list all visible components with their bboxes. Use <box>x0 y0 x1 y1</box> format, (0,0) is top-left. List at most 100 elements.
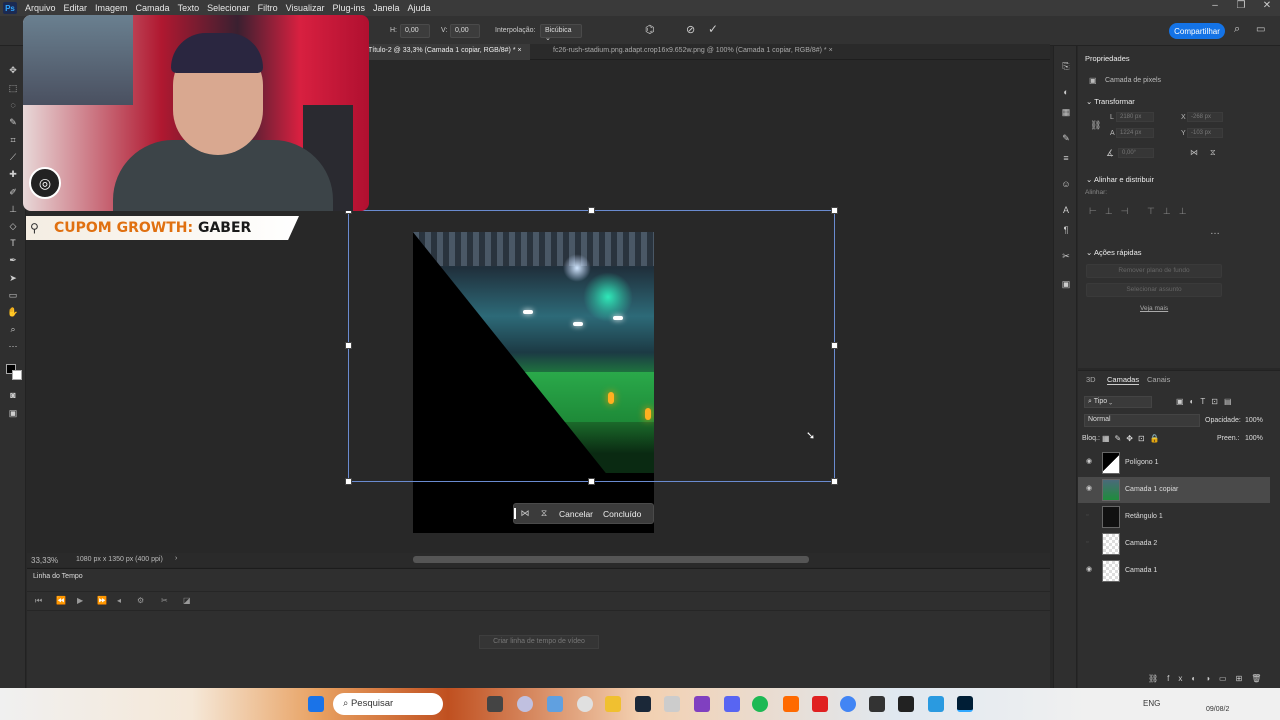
discord-icon[interactable] <box>724 696 740 712</box>
libraries-icon[interactable]: ▣ <box>1060 278 1072 290</box>
brush-tool-icon[interactable]: ✐ <box>6 186 20 198</box>
file-explorer-icon[interactable] <box>605 696 621 712</box>
layer-filter-select[interactable]: ⌕ Tipo ⌄ <box>1084 396 1152 408</box>
close-icon[interactable]: ✕ <box>1254 0 1280 16</box>
swatches-icon[interactable]: ▦ <box>1060 106 1072 118</box>
stamp-tool-icon[interactable]: ⊥ <box>6 203 20 215</box>
eraser-tool-icon[interactable]: ◇ <box>6 220 20 232</box>
windows-start-icon[interactable] <box>308 696 324 712</box>
split-icon[interactable]: ✂ <box>161 596 168 605</box>
angle-field[interactable]: 0,00° <box>1118 148 1154 158</box>
prev-frame-icon[interactable]: ⏪ <box>56 596 66 605</box>
transform-handle-bottom[interactable] <box>588 478 595 485</box>
tab-layers[interactable]: Camadas <box>1107 375 1140 385</box>
task-view-icon[interactable] <box>487 696 503 712</box>
transform-handle-left[interactable] <box>345 342 352 349</box>
menu-arquivo[interactable]: Arquivo <box>21 3 60 13</box>
share-button[interactable]: Compartilhar <box>1169 23 1225 39</box>
date-text[interactable]: 09/08/2 <box>1206 706 1229 713</box>
history-icon[interactable]: ⎘ <box>1060 60 1072 72</box>
transition-icon[interactable]: ◪ <box>183 596 191 605</box>
app-icon[interactable] <box>812 696 828 712</box>
quick-select-tool-icon[interactable]: ✎ <box>6 116 20 128</box>
blend-mode-select[interactable]: Normal <box>1084 414 1200 427</box>
flip-v-icon[interactable]: ⧖ <box>1210 148 1216 158</box>
settings-icon[interactable]: ⚙ <box>137 596 144 605</box>
screen-mode-icon[interactable]: ▣ <box>6 407 20 419</box>
transform-handle-bl[interactable] <box>345 478 352 485</box>
h-skew-field[interactable]: 0,00 <box>400 24 430 38</box>
restore-icon[interactable]: ❐ <box>1228 0 1254 16</box>
layer-row[interactable]: ◉ Camada 1 <box>1078 558 1270 584</box>
transform-handle-tr[interactable] <box>831 207 838 214</box>
path-select-tool-icon[interactable]: ➤ <box>6 272 20 284</box>
horizontal-scrollbar[interactable] <box>413 556 809 563</box>
visibility-eye-icon[interactable]: ◉ <box>1086 458 1094 465</box>
width-field[interactable]: 2180 px <box>1116 112 1154 122</box>
select-subject-button[interactable]: Selecionar assunto <box>1086 283 1222 297</box>
cancel-button[interactable]: Cancelar <box>554 509 598 519</box>
minimize-icon[interactable]: – <box>1202 0 1228 16</box>
go-first-frame-icon[interactable]: ⏮ <box>35 596 42 606</box>
opera-icon[interactable] <box>577 696 593 712</box>
zoom-tool-icon[interactable]: ⌕ <box>6 323 20 335</box>
visibility-eye-icon[interactable]: ◉ <box>1086 566 1094 573</box>
transform-handle-right[interactable] <box>831 342 838 349</box>
adjustments-icon[interactable]: ≡ <box>1060 152 1072 164</box>
move-tool-icon[interactable]: ✥ <box>6 64 20 76</box>
pen-tool-icon[interactable]: ✒ <box>6 254 20 266</box>
remove-background-button[interactable]: Remover plano de fundo <box>1086 264 1222 278</box>
transform-handle-br[interactable] <box>831 478 838 485</box>
copilot-icon[interactable] <box>547 696 563 712</box>
warp-icon[interactable]: ⌬ <box>645 23 655 36</box>
audio-icon[interactable]: ◂ <box>117 596 121 605</box>
more-options-icon[interactable]: … <box>1210 226 1220 237</box>
workspace-icon[interactable]: ▭ <box>1256 24 1265 35</box>
zoom-level[interactable]: 33,33% <box>31 556 58 565</box>
search-icon[interactable]: ⌕ <box>1234 23 1240 36</box>
app-icon[interactable] <box>517 696 533 712</box>
spotify-icon[interactable] <box>752 696 768 712</box>
app-icon[interactable] <box>898 696 914 712</box>
lasso-tool-icon[interactable]: ◌ <box>6 99 20 111</box>
status-arrow-icon[interactable]: › <box>175 555 177 562</box>
layers-panel-icon[interactable]: ☺ <box>1060 178 1072 190</box>
app-icon[interactable] <box>783 696 799 712</box>
menu-camada[interactable]: Camada <box>132 3 174 13</box>
done-button[interactable]: Concluído <box>598 509 646 519</box>
y-field[interactable]: -103 px <box>1187 128 1223 138</box>
height-field[interactable]: 1224 px <box>1116 128 1154 138</box>
fill-value[interactable]: 100% <box>1245 435 1263 442</box>
photoshop-taskbar-icon[interactable] <box>957 696 973 712</box>
transform-bounding-box[interactable] <box>345 207 838 485</box>
menu-texto[interactable]: Texto <box>174 3 204 13</box>
menu-janela[interactable]: Janela <box>369 3 404 13</box>
app-icon[interactable] <box>869 696 885 712</box>
cancel-transform-icon[interactable]: ⊘ <box>686 23 695 36</box>
more-tools-icon[interactable]: ⋯ <box>6 340 20 352</box>
marquee-tool-icon[interactable]: ⬚ <box>6 82 20 94</box>
v-skew-field[interactable]: 0,00 <box>450 24 480 38</box>
menu-selecionar[interactable]: Selecionar <box>203 3 254 13</box>
tab-channels[interactable]: Canais <box>1147 375 1170 384</box>
color-icon[interactable]: ◐ <box>1060 86 1072 98</box>
layer-row[interactable]: ◉ Polígono 1 <box>1078 450 1270 476</box>
lock-icons[interactable]: ▦✎✥⊡🔒 <box>1102 434 1165 443</box>
language-indicator[interactable]: ENG <box>1143 699 1160 708</box>
next-frame-icon[interactable]: ⏩ <box>97 596 107 605</box>
tools-preset-icon[interactable]: ✂ <box>1060 250 1072 262</box>
see-more-link[interactable]: Veja mais <box>1140 305 1168 312</box>
eyedropper-tool-icon[interactable]: ⟋ <box>6 151 20 163</box>
create-video-timeline-button[interactable]: Criar linha de tempo de vídeo <box>479 635 599 649</box>
character-icon[interactable]: A <box>1060 204 1072 216</box>
transform-handle-top[interactable] <box>588 207 595 214</box>
quick-actions-header[interactable]: ⌄ Ações rápidas <box>1086 248 1142 257</box>
chrome-icon[interactable] <box>840 696 856 712</box>
hand-tool-icon[interactable]: ✋ <box>6 306 20 318</box>
hidden-visibility-icon[interactable]: ▫ <box>1086 512 1094 519</box>
layer-actions-icons[interactable]: ⛓fx◐◑▭⊞🗑 <box>1148 674 1270 683</box>
tab-3d[interactable]: 3D <box>1086 375 1096 384</box>
steam-icon[interactable] <box>635 696 651 712</box>
menu-visualizar[interactable]: Visualizar <box>282 3 329 13</box>
align-section-header[interactable]: ⌄ Alinhar e distribuir <box>1086 175 1154 184</box>
